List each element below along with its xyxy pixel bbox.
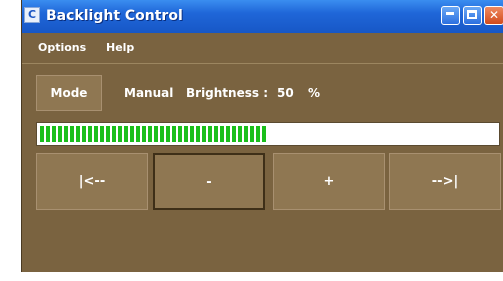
minimize-button[interactable] [441,6,460,25]
brightness-label: Brightness : [186,86,268,100]
brightness-min-button[interactable]: |<-- [36,153,148,210]
maximize-icon [467,10,477,19]
menu-options[interactable]: Options [38,41,86,54]
menu-bar: Options Help [22,33,503,64]
minimize-icon [446,12,454,15]
brightness-increase-button[interactable]: + [273,153,385,210]
mode-status: Manual [124,86,174,100]
maximize-button[interactable] [463,6,482,25]
brightness-value: 50 [277,86,294,100]
brightness-progress-bar [36,122,500,146]
menu-help[interactable]: Help [106,41,134,54]
backlight-window: C Backlight Control ✕ Options Help Mode … [21,0,503,272]
brightness-max-button[interactable]: -->| [389,153,501,210]
title-bar[interactable]: C Backlight Control ✕ [22,0,503,33]
close-button[interactable]: ✕ [484,6,503,25]
brightness-decrease-button[interactable]: - [153,153,265,210]
brightness-unit: % [308,86,321,100]
mode-button[interactable]: Mode [36,75,102,111]
brightness-progress-fill [40,126,268,142]
window-title: Backlight Control [46,8,183,24]
monitor-icon: C [24,7,40,23]
close-icon: ✕ [489,8,500,22]
